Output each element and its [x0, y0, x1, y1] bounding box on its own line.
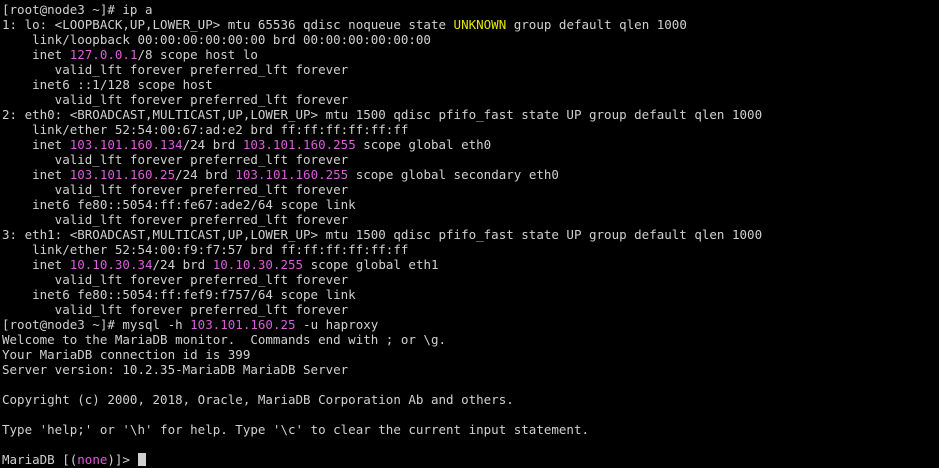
terminal-line: valid_lft forever preferred_lft forever: [2, 92, 939, 107]
terminal-text: 1: lo: <LOOPBACK,UP,LOWER_UP> mtu 65536 …: [2, 17, 454, 32]
terminal-highlight-text: UNKNOWN: [453, 17, 507, 32]
terminal-text: Your MariaDB connection id is 399: [2, 347, 251, 362]
terminal-line: inet6 fe80::5054:ff:fef9:f757/64 scope l…: [2, 287, 939, 302]
terminal-text: /24 brd: [175, 167, 236, 182]
terminal-line: 1: lo: <LOOPBACK,UP,LOWER_UP> mtu 65536 …: [2, 17, 939, 32]
terminal-text: valid_lft forever preferred_lft forever: [2, 182, 349, 197]
terminal-line: link/loopback 00:00:00:00:00:00 brd 00:0…: [2, 32, 939, 47]
terminal-highlight-text: 103.101.160.25: [69, 167, 176, 182]
terminal-text: inet: [2, 167, 70, 182]
terminal-window[interactable]: [root@node3 ~]# ip a 1: lo: <LOOPBACK,UP,…: [0, 0, 939, 468]
terminal-line: [root@node3 ~]# ip a: [2, 2, 939, 17]
terminal-text: scope global eth1: [303, 257, 439, 272]
terminal-text: valid_lft forever preferred_lft forever: [2, 272, 349, 287]
terminal-highlight-text: 103.101.160.255: [242, 137, 356, 152]
terminal-text: inet: [2, 257, 70, 272]
terminal-text: Copyright (c) 2000, 2018, Oracle, MariaD…: [2, 392, 514, 407]
terminal-line: inet 103.101.160.25/24 brd 103.101.160.2…: [2, 167, 939, 182]
terminal-line: valid_lft forever preferred_lft forever: [2, 62, 939, 77]
terminal-text: valid_lft forever preferred_lft forever: [2, 62, 349, 77]
terminal-text: [root@node3 ~]# ip a: [2, 2, 153, 17]
terminal-text: Server version: 10.2.35-MariaDB MariaDB …: [2, 362, 349, 377]
terminal-text: MariaDB [(: [2, 452, 78, 467]
terminal-text: link/ether 52:54:00:f9:f7:57 brd ff:ff:f…: [2, 242, 409, 257]
terminal-text: 2: eth0: <BROADCAST,MULTICAST,UP,LOWER_U…: [2, 107, 763, 122]
terminal-line: 2: eth0: <BROADCAST,MULTICAST,UP,LOWER_U…: [2, 107, 939, 122]
terminal-line: Type 'help;' or '\h' for help. Type '\c'…: [2, 422, 939, 437]
terminal-line: Copyright (c) 2000, 2018, Oracle, MariaD…: [2, 392, 939, 407]
terminal-text: valid_lft forever preferred_lft forever: [2, 302, 349, 317]
terminal-text: Welcome to the MariaDB monitor. Commands…: [2, 332, 447, 347]
terminal-text: group default qlen 1000: [506, 17, 687, 32]
terminal-text: valid_lft forever preferred_lft forever: [2, 92, 349, 107]
terminal-cursor[interactable]: [138, 453, 147, 466]
terminal-text: inet: [2, 47, 70, 62]
terminal-highlight-text: 10.10.30.34: [69, 257, 153, 272]
terminal-line: valid_lft forever preferred_lft forever: [2, 302, 939, 317]
terminal-highlight-text: 103.101.160.134: [69, 137, 183, 152]
terminal-text: inet6 ::1/128 scope host: [2, 77, 213, 92]
terminal-line: 3: eth1: <BROADCAST,MULTICAST,UP,LOWER_U…: [2, 227, 939, 242]
terminal-line: link/ether 52:54:00:67:ad:e2 brd ff:ff:f…: [2, 122, 939, 137]
terminal-line: inet6 ::1/128 scope host: [2, 77, 939, 92]
terminal-text: [root@node3 ~]# mysql -h: [2, 317, 191, 332]
terminal-highlight-text: none: [77, 452, 108, 467]
terminal-text: 3: eth1: <BROADCAST,MULTICAST,UP,LOWER_U…: [2, 227, 763, 242]
terminal-highlight-text: 127.0.0.1: [69, 47, 138, 62]
terminal-line: inet 103.101.160.134/24 brd 103.101.160.…: [2, 137, 939, 152]
terminal-line: valid_lft forever preferred_lft forever: [2, 182, 939, 197]
terminal-line: inet 127.0.0.1/8 scope host lo: [2, 47, 939, 62]
terminal-text: Type 'help;' or '\h' for help. Type '\c'…: [2, 422, 589, 437]
terminal-text: valid_lft forever preferred_lft forever: [2, 212, 349, 227]
terminal-line: valid_lft forever preferred_lft forever: [2, 152, 939, 167]
terminal-text: -u haproxy: [295, 317, 379, 332]
terminal-line: inet 10.10.30.34/24 brd 10.10.30.255 sco…: [2, 257, 939, 272]
terminal-line: valid_lft forever preferred_lft forever: [2, 272, 939, 287]
terminal-text: inet: [2, 137, 70, 152]
terminal-line: [root@node3 ~]# mysql -h 103.101.160.25 …: [2, 317, 939, 332]
terminal-text: /24 brd: [152, 257, 213, 272]
terminal-line: Server version: 10.2.35-MariaDB MariaDB …: [2, 362, 939, 377]
terminal-line: link/ether 52:54:00:f9:f7:57 brd ff:ff:f…: [2, 242, 939, 257]
terminal-highlight-text: 103.101.160.25: [190, 317, 296, 332]
terminal-text: link/ether 52:54:00:67:ad:e2 brd ff:ff:f…: [2, 122, 409, 137]
terminal-text: scope global eth0: [355, 137, 492, 152]
terminal-text: scope global secondary eth0: [348, 167, 559, 182]
terminal-line: MariaDB [(none)]>: [2, 452, 939, 467]
terminal-text: )]>: [107, 452, 138, 467]
terminal-text: link/loopback 00:00:00:00:00:00 brd 00:0…: [2, 32, 431, 47]
terminal-highlight-text: 10.10.30.255: [212, 257, 304, 272]
terminal-line: inet6 fe80::5054:ff:fe67:ade2/64 scope l…: [2, 197, 939, 212]
terminal-text: /8 scope host lo: [137, 47, 258, 62]
terminal-highlight-text: 103.101.160.255: [235, 167, 349, 182]
terminal-line: Welcome to the MariaDB monitor. Commands…: [2, 332, 939, 347]
terminal-text: valid_lft forever preferred_lft forever: [2, 152, 349, 167]
terminal-line: valid_lft forever preferred_lft forever: [2, 212, 939, 227]
terminal-text: inet6 fe80::5054:ff:fe67:ade2/64 scope l…: [2, 197, 356, 212]
terminal-text: inet6 fe80::5054:ff:fef9:f757/64 scope l…: [2, 287, 356, 302]
terminal-text: /24 brd: [182, 137, 243, 152]
terminal-line: Your MariaDB connection id is 399: [2, 347, 939, 362]
